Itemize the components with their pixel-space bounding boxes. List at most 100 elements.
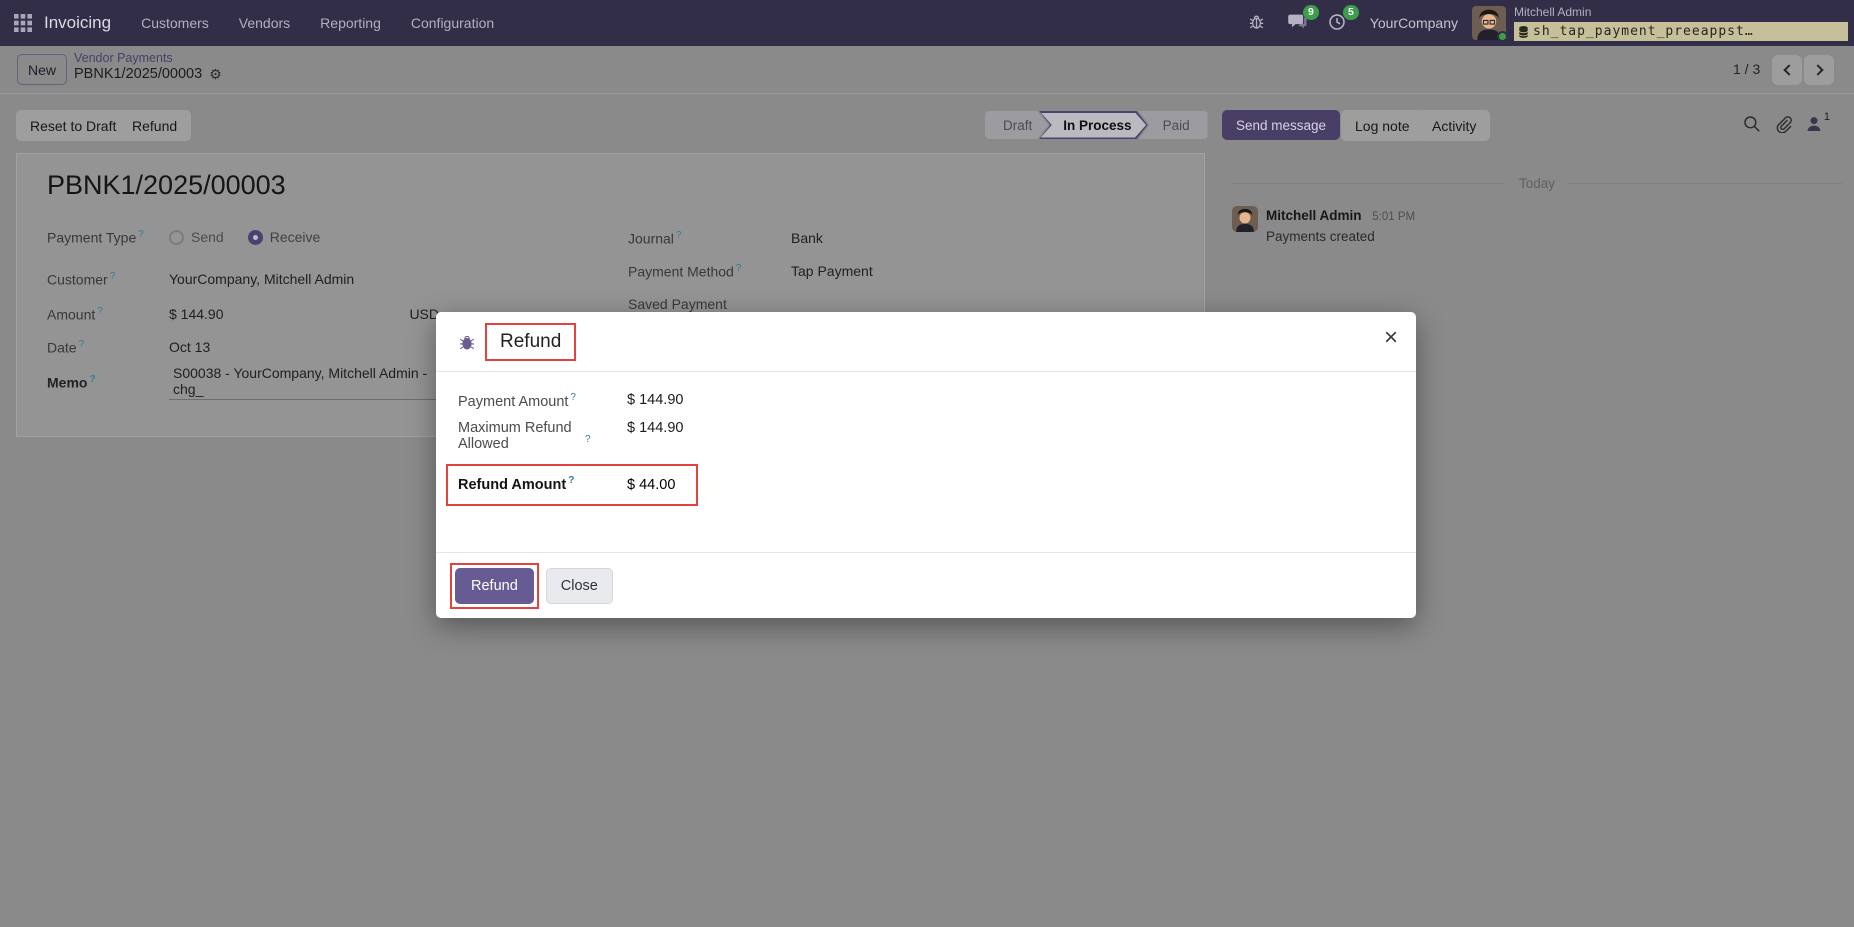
journal-label: Journal xyxy=(628,230,674,247)
customer-row: Customer? YourCompany, Mitchell Admin xyxy=(47,270,355,288)
memo-row: Memo? S00038 - YourCompany, Mitchell Adm… xyxy=(47,365,452,400)
date-row: Date? Oct 13 xyxy=(47,338,211,356)
date-divider-label: Today xyxy=(1518,176,1556,191)
form-left-column: Payment Type? Send Receive Customer? You… xyxy=(47,224,452,400)
radio-circle xyxy=(247,229,263,245)
dialog-body: Payment Amount? $ 144.90 Maximum Refund … xyxy=(436,372,1416,506)
menu-vendors[interactable]: Vendors xyxy=(239,15,290,31)
log-note-button[interactable]: Log note xyxy=(1341,110,1424,141)
message-header: Mitchell Admin 5:01 PM xyxy=(1266,208,1415,223)
date-divider: Today xyxy=(1232,176,1842,191)
gear-icon[interactable]: ⚙ xyxy=(209,67,222,81)
message-avatar[interactable] xyxy=(1232,206,1258,232)
app-screen: Invoicing Customers Vendors Reporting Co… xyxy=(0,0,1854,927)
control-panel-actions: Reset to Draft Refund Draft In Process P… xyxy=(0,94,1854,141)
close-icon[interactable]: × xyxy=(1384,326,1398,350)
activities-badge: 5 xyxy=(1342,5,1359,20)
status-step-draft[interactable]: Draft xyxy=(985,111,1048,139)
max-refund-value: $ 144.90 xyxy=(627,419,684,436)
new-button[interactable]: New xyxy=(17,54,67,85)
close-button[interactable]: Close xyxy=(545,567,613,604)
memo-input[interactable]: S00038 - YourCompany, Mitchell Admin - c… xyxy=(169,365,452,400)
status-bar: Draft In Process Paid xyxy=(985,111,1208,139)
user-name: Mitchell Admin xyxy=(1514,5,1592,19)
message-body: Payments created xyxy=(1266,229,1375,244)
messages-badge: 9 xyxy=(1302,5,1319,20)
messages-icon[interactable]: 9 xyxy=(1287,5,1319,33)
payment-amount-row: Payment Amount? $ 144.90 xyxy=(458,392,684,410)
refund-confirm-button[interactable]: Refund xyxy=(455,567,534,604)
refund-amount-input[interactable]: $ 44.00 xyxy=(627,475,675,493)
menu-configuration[interactable]: Configuration xyxy=(411,15,494,31)
app-name[interactable]: Invoicing xyxy=(44,13,111,33)
status-step-in-process[interactable]: In Process xyxy=(1039,111,1147,139)
radio-receive[interactable]: Receive xyxy=(247,229,320,245)
send-message-button[interactable]: Send message xyxy=(1222,110,1341,140)
radio-send[interactable]: Send xyxy=(169,229,224,245)
saved-payment-label: Saved Payment xyxy=(628,296,727,312)
dialog-header: Refund × xyxy=(436,312,1416,372)
menu-customers[interactable]: Customers xyxy=(141,15,209,31)
refund-button-annotation-box: Refund xyxy=(450,562,539,609)
record-title: PBNK1/2025/00003 xyxy=(47,170,286,200)
status-step-paid[interactable]: Paid xyxy=(1138,111,1208,139)
journal-row: Journal? Bank xyxy=(628,229,823,247)
payment-method-value[interactable]: Tap Payment xyxy=(791,263,873,279)
message-author[interactable]: Mitchell Admin xyxy=(1266,208,1362,223)
activities-clock-icon[interactable]: 5 xyxy=(1328,5,1359,33)
payment-amount-label: Payment Amount xyxy=(458,393,569,410)
amount-row: Amount? $ 144.90 USD xyxy=(47,305,439,323)
refund-dialog: Refund × Payment Amount? $ 144.90 Maximu… xyxy=(436,312,1416,618)
payment-type-row: Payment Type? Send Receive xyxy=(47,226,439,248)
dialog-footer: Refund Close xyxy=(436,552,1416,618)
followers-button[interactable]: 1 xyxy=(1805,111,1830,138)
title-annotation-box: Refund xyxy=(485,322,577,361)
breadcrumb-current: PBNK1/2025/00003 xyxy=(74,66,203,82)
navbar-right: 9 5 YourCompany Mitchell Admin sh_tap_pa… xyxy=(1228,5,1854,42)
user-meta[interactable]: Mitchell Admin sh_tap_payment_preeappst… xyxy=(1514,5,1848,41)
company-switcher[interactable]: YourCompany xyxy=(1370,15,1458,31)
max-refund-row: Maximum Refund Allowed? $ 144.90 xyxy=(458,419,684,452)
journal-value-link[interactable]: Bank xyxy=(791,230,823,246)
pager-previous-button[interactable] xyxy=(1772,55,1802,85)
search-icon[interactable] xyxy=(1743,115,1761,133)
refund-amount-annotation-box: Refund Amount? $ 44.00 xyxy=(446,463,698,506)
date-value[interactable]: Oct 13 xyxy=(169,339,210,355)
memo-label: Memo xyxy=(47,374,88,391)
payment-method-label: Payment Method xyxy=(628,263,734,280)
dialog-title: Refund xyxy=(500,330,562,352)
apps-grid-icon[interactable] xyxy=(14,14,32,32)
pager-indicator: 1 / 3 xyxy=(1733,61,1761,77)
form-right-column: Journal? Bank Payment Method? Tap Paymen… xyxy=(628,227,1188,315)
user-avatar[interactable] xyxy=(1472,6,1508,42)
activity-button[interactable]: Activity xyxy=(1418,110,1491,141)
breadcrumb: Vendor Payments PBNK1/2025/00003 ⚙ xyxy=(74,51,222,82)
chevron-left-icon xyxy=(1782,64,1795,76)
follower-person-icon xyxy=(1807,117,1821,131)
refund-amount-label: Refund Amount xyxy=(458,476,567,493)
amount-value[interactable]: $ 144.90 xyxy=(169,306,224,322)
debug-bug-icon[interactable] xyxy=(1248,13,1268,33)
menu-reporting[interactable]: Reporting xyxy=(320,15,381,31)
dialog-bug-icon xyxy=(459,335,475,349)
refund-action-button[interactable]: Refund xyxy=(118,110,192,141)
payment-method-row: Payment Method? Tap Payment xyxy=(628,262,873,280)
payment-type-label: Payment Type xyxy=(47,229,137,246)
breadcrumb-row: New Vendor Payments PBNK1/2025/00003 ⚙ 1… xyxy=(0,46,1854,94)
radio-circle xyxy=(169,229,184,245)
breadcrumb-parent[interactable]: Vendor Payments xyxy=(74,51,222,65)
paperclip-icon[interactable] xyxy=(1774,115,1792,133)
date-label: Date xyxy=(47,339,77,356)
chevron-right-icon xyxy=(1811,64,1824,76)
pager-next-button[interactable] xyxy=(1804,55,1834,85)
chatter-icons: 1 xyxy=(1743,111,1830,138)
database-name: sh_tap_payment_preeappst… xyxy=(1533,24,1754,39)
reset-to-draft-button[interactable]: Reset to Draft xyxy=(16,110,131,141)
customer-label: Customer xyxy=(47,271,108,288)
followers-count: 1 xyxy=(1823,111,1830,123)
message-time: 5:01 PM xyxy=(1372,211,1416,223)
help-marker: ? xyxy=(138,228,144,240)
max-refund-label: Maximum Refund Allowed xyxy=(458,419,572,452)
database-box: sh_tap_payment_preeappst… xyxy=(1514,22,1848,41)
customer-value-link[interactable]: YourCompany, Mitchell Admin xyxy=(169,271,354,287)
